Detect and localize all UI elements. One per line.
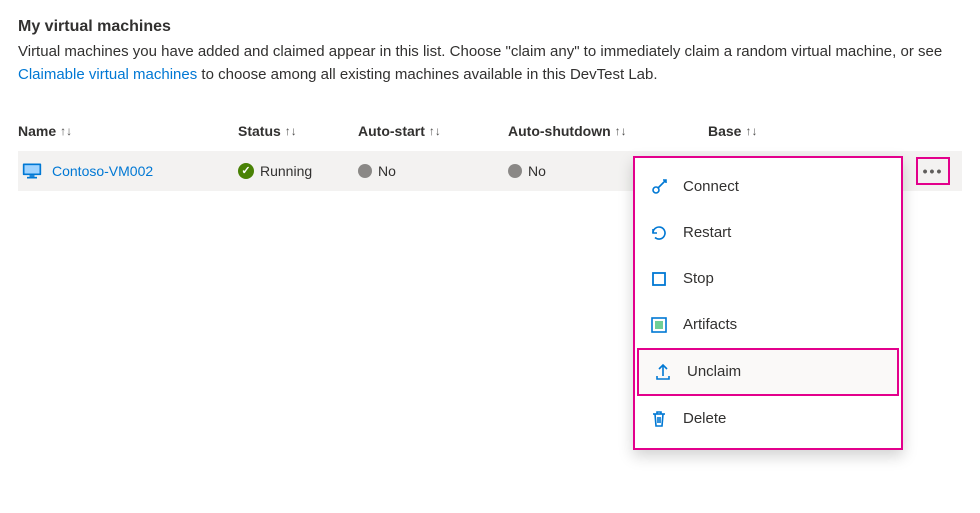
autostart-text: No — [378, 163, 396, 179]
col-status-label: Status — [238, 123, 281, 139]
autostart-off-icon — [358, 164, 372, 178]
col-base-label: Base — [708, 123, 741, 139]
vm-name-link[interactable]: Contoso-VM002 — [52, 163, 153, 179]
restart-icon — [649, 223, 669, 243]
menu-unclaim-label: Unclaim — [687, 363, 741, 380]
menu-artifacts-label: Artifacts — [683, 316, 737, 333]
description-text-before: Virtual machines you have added and clai… — [18, 43, 942, 60]
section-description: Virtual machines you have added and clai… — [18, 40, 953, 87]
col-autostart[interactable]: Auto-start ↑↓ — [358, 123, 508, 139]
sort-icon: ↑↓ — [615, 124, 627, 138]
menu-artifacts[interactable]: Artifacts — [635, 302, 901, 348]
col-name[interactable]: Name ↑↓ — [18, 123, 238, 139]
description-text-after: to choose among all existing machines av… — [201, 66, 657, 83]
sort-icon: ↑↓ — [745, 124, 757, 138]
menu-connect[interactable]: Connect — [635, 164, 901, 210]
claimable-vms-link[interactable]: Claimable virtual machines — [18, 66, 197, 83]
autoshutdown-off-icon — [508, 164, 522, 178]
delete-icon — [649, 409, 669, 429]
autoshutdown-text: No — [528, 163, 546, 179]
menu-delete-label: Delete — [683, 410, 726, 427]
sort-icon: ↑↓ — [60, 124, 72, 138]
sort-icon: ↑↓ — [285, 124, 297, 138]
menu-restart[interactable]: Restart — [635, 210, 901, 256]
menu-stop[interactable]: Stop — [635, 256, 901, 302]
col-autoshutdown[interactable]: Auto-shutdown ↑↓ — [508, 123, 708, 139]
artifacts-icon — [649, 315, 669, 335]
status-running-icon: ✓ — [238, 163, 254, 179]
ellipsis-icon: ••• — [923, 163, 944, 179]
col-base[interactable]: Base ↑↓ — [708, 123, 908, 139]
vm-icon — [22, 161, 42, 181]
table-row[interactable]: Contoso-VM002 ✓ Running No No ••• — [18, 151, 962, 191]
vm-context-menu: Connect Restart Stop — [633, 156, 903, 450]
table-header-row: Name ↑↓ Status ↑↓ Auto-start ↑↓ Auto-shu… — [18, 111, 962, 151]
col-autoshutdown-label: Auto-shutdown — [508, 123, 611, 139]
menu-connect-label: Connect — [683, 178, 739, 195]
unclaim-icon — [653, 362, 673, 382]
sort-icon: ↑↓ — [429, 124, 441, 138]
stop-icon — [649, 269, 669, 289]
menu-stop-label: Stop — [683, 270, 714, 287]
col-status[interactable]: Status ↑↓ — [238, 123, 358, 139]
section-title: My virtual machines — [18, 18, 962, 36]
col-name-label: Name — [18, 123, 56, 139]
menu-restart-label: Restart — [683, 224, 731, 241]
vm-table: Name ↑↓ Status ↑↓ Auto-start ↑↓ Auto-shu… — [18, 111, 962, 191]
menu-delete[interactable]: Delete — [635, 396, 901, 442]
status-text: Running — [260, 163, 312, 179]
col-autostart-label: Auto-start — [358, 123, 425, 139]
row-more-button[interactable]: ••• — [916, 157, 950, 185]
connect-icon — [649, 177, 669, 197]
menu-unclaim[interactable]: Unclaim — [637, 348, 899, 396]
